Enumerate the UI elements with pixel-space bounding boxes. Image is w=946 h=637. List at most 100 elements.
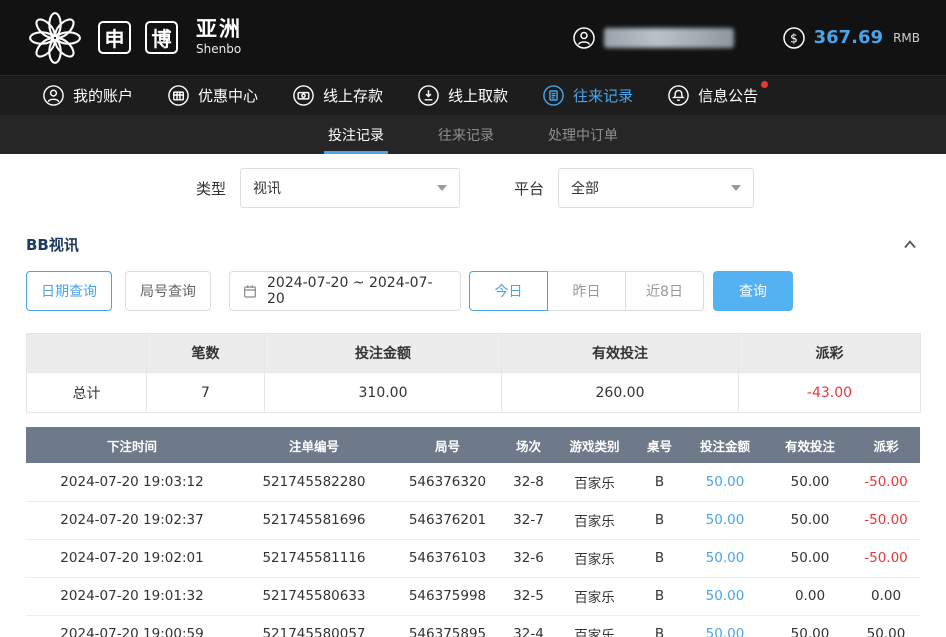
nav-item-label: 往来记录 <box>573 85 633 106</box>
table-cell: 2024-07-20 19:02:37 <box>26 501 238 539</box>
summary-payout: -43.00 <box>739 373 921 413</box>
summary-bet-amount: 310.00 <box>265 373 502 413</box>
table-cell[interactable]: 50.00 <box>682 577 768 615</box>
table-cell: -50.00 <box>852 463 920 501</box>
notification-dot <box>761 81 768 88</box>
summary-table: 笔数 投注金额 有效投注 派彩 总计 7 310.00 260.00 -43.0… <box>26 333 921 413</box>
bet-records-table: 下注时间注单编号局号场次游戏类别桌号投注金额有效投注派彩 2024-07-20 … <box>26 427 920 637</box>
balance-display[interactable]: $ 367.69 RMB <box>782 26 920 50</box>
last-8-days-button[interactable]: 近8日 <box>625 271 704 311</box>
bet-table-header: 投注金额 <box>682 427 768 463</box>
logo-region-text: 亚洲 <box>196 18 242 41</box>
table-cell: 百家乐 <box>552 463 637 501</box>
table-cell: B <box>637 539 682 577</box>
table-cell: 521745580633 <box>238 577 390 615</box>
tab-transfer-records[interactable]: 往来记录 <box>428 115 504 154</box>
table-cell[interactable]: 50.00 <box>682 463 768 501</box>
bet-table-body: 2024-07-20 19:03:12521745582280546376320… <box>26 463 920 637</box>
nav-item-label: 线上存款 <box>323 85 383 106</box>
nav-item-label: 线上取款 <box>448 85 508 106</box>
date-range-input[interactable]: 2024-07-20 ~ 2024-07-20 <box>229 271 461 311</box>
nav-item-records[interactable]: 往来记录 <box>542 84 633 107</box>
table-cell: 32-6 <box>505 539 552 577</box>
balance-amount: 367.69 <box>814 27 883 48</box>
logo-char-box: 申 <box>98 21 131 54</box>
nav-item-account[interactable]: 我的账户 <box>42 84 133 107</box>
bet-table-head-row: 下注时间注单编号局号场次游戏类别桌号投注金额有效投注派彩 <box>26 427 920 463</box>
table-row: 2024-07-20 19:03:12521745582280546376320… <box>26 463 920 501</box>
section-title: BB视讯 <box>26 234 79 255</box>
type-select-value: 视讯 <box>253 178 281 198</box>
table-cell: 32-5 <box>505 577 552 615</box>
table-cell: 50.00 <box>852 615 920 637</box>
nav-item-announcements[interactable]: 信息公告 <box>667 84 758 107</box>
bet-table-header: 局号 <box>390 427 505 463</box>
bet-table-header: 桌号 <box>637 427 682 463</box>
user-icon <box>42 84 65 107</box>
table-cell: 0.00 <box>852 577 920 615</box>
tab-bet-records[interactable]: 投注记录 <box>318 115 394 154</box>
table-cell: 百家乐 <box>552 501 637 539</box>
promo-icon <box>167 84 190 107</box>
table-cell: 546376320 <box>390 463 505 501</box>
table-cell: 32-4 <box>505 615 552 637</box>
logo-char-box: 博 <box>145 21 178 54</box>
round-query-button[interactable]: 局号查询 <box>125 271 211 311</box>
site-logo[interactable]: 申 博 亚洲 Shenbo <box>26 9 242 67</box>
nav-item-label: 优惠中心 <box>198 85 258 106</box>
summary-header-row: 笔数 投注金额 有效投注 派彩 <box>27 334 921 373</box>
top-header: 申 博 亚洲 Shenbo $ 367.69 RMB <box>0 0 946 75</box>
table-cell: 521745580057 <box>238 615 390 637</box>
table-cell: 32-7 <box>505 501 552 539</box>
table-cell: 50.00 <box>768 539 852 577</box>
table-cell: B <box>637 463 682 501</box>
table-cell: 50.00 <box>768 615 852 637</box>
summary-header <box>27 334 147 373</box>
search-button[interactable]: 查询 <box>713 271 793 311</box>
nav-item-promotions[interactable]: 优惠中心 <box>167 84 258 107</box>
table-cell: 546375895 <box>390 615 505 637</box>
summary-header: 投注金额 <box>265 334 502 373</box>
chevron-up-icon[interactable] <box>900 235 920 255</box>
summary-total-label: 总计 <box>27 373 147 413</box>
nav-item-label: 我的账户 <box>73 85 133 106</box>
logo-subtitle: Shenbo <box>196 43 242 56</box>
bet-table-header: 游戏类别 <box>552 427 637 463</box>
table-cell: 546376103 <box>390 539 505 577</box>
query-toolbar: 日期查询 局号查询 2024-07-20 ~ 2024-07-20 今日 昨日 … <box>26 271 920 311</box>
table-row: 2024-07-20 19:02:37521745581696546376201… <box>26 501 920 539</box>
table-cell: 521745582280 <box>238 463 390 501</box>
dollar-icon: $ <box>782 26 806 50</box>
table-cell: 0.00 <box>768 577 852 615</box>
username-masked <box>604 28 734 48</box>
notice-icon <box>667 84 690 107</box>
tab-pending-orders[interactable]: 处理中订单 <box>538 115 628 154</box>
platform-select[interactable]: 全部 <box>558 168 754 208</box>
withdraw-icon <box>417 84 440 107</box>
yesterday-button[interactable]: 昨日 <box>547 271 626 311</box>
quick-range-group: 今日 昨日 近8日 <box>469 271 704 311</box>
bet-table-header: 注单编号 <box>238 427 390 463</box>
platform-filter-label: 平台 <box>514 178 544 199</box>
user-account-chip[interactable] <box>572 26 734 50</box>
table-cell: 2024-07-20 19:01:32 <box>26 577 238 615</box>
table-cell: 百家乐 <box>552 539 637 577</box>
type-select[interactable]: 视讯 <box>240 168 460 208</box>
table-cell[interactable]: 50.00 <box>682 615 768 637</box>
bet-table-header: 有效投注 <box>768 427 852 463</box>
table-cell[interactable]: 50.00 <box>682 539 768 577</box>
date-query-button[interactable]: 日期查询 <box>26 271 112 311</box>
bet-table-header: 下注时间 <box>26 427 238 463</box>
summary-count: 7 <box>147 373 265 413</box>
table-row: 2024-07-20 19:01:32521745580633546375998… <box>26 577 920 615</box>
summary-header: 派彩 <box>739 334 921 373</box>
table-cell: 546375998 <box>390 577 505 615</box>
table-cell[interactable]: 50.00 <box>682 501 768 539</box>
nav-item-withdraw[interactable]: 线上取款 <box>417 84 508 107</box>
table-cell: 2024-07-20 19:02:01 <box>26 539 238 577</box>
main-nav: 我的账户 优惠中心 线上存款 线上取款 往来记录 信息公告 <box>0 75 946 115</box>
user-icon <box>572 26 596 50</box>
table-cell: 546376201 <box>390 501 505 539</box>
nav-item-deposit[interactable]: 线上存款 <box>292 84 383 107</box>
today-button[interactable]: 今日 <box>469 271 548 311</box>
